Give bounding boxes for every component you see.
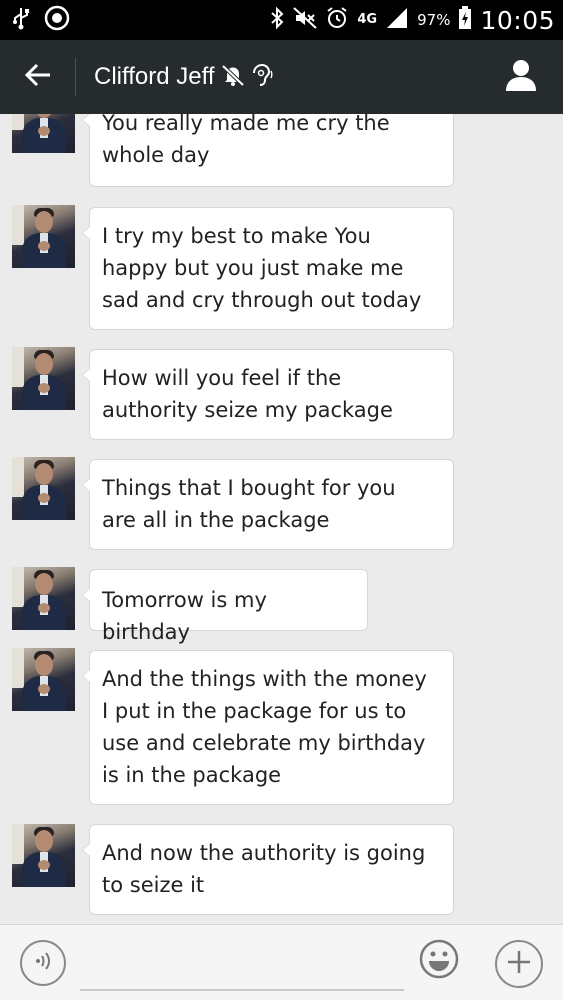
header-divider — [75, 58, 76, 96]
header-title-group[interactable]: Clifford Jeff — [94, 60, 273, 94]
usb-icon — [12, 6, 30, 34]
person-icon — [504, 58, 538, 96]
voice-button[interactable] — [20, 940, 66, 986]
status-bar: 4G 97% 10:05 — [0, 0, 563, 40]
chat-header: Clifford Jeff — [0, 40, 563, 114]
avatar[interactable] — [12, 114, 75, 153]
back-button[interactable] — [18, 59, 58, 95]
plus-icon — [506, 949, 532, 979]
avatar[interactable] — [12, 457, 75, 520]
message-text: I try my best to make You happy but you … — [102, 224, 422, 312]
message-text: And now the authority is going to seize … — [102, 841, 426, 897]
avatar[interactable] — [12, 567, 75, 630]
message-text: Things that I bought for you are all in … — [102, 476, 396, 532]
more-options-button[interactable] — [495, 940, 543, 988]
message-input[interactable] — [80, 943, 404, 991]
contact-name: Clifford Jeff — [94, 63, 215, 90]
message-bubble[interactable]: And now the authority is going to seize … — [82, 824, 454, 915]
speaker-icon — [251, 63, 273, 91]
avatar[interactable] — [12, 347, 75, 410]
bluetooth-icon — [269, 6, 285, 35]
avatar[interactable] — [12, 205, 75, 268]
message-list[interactable]: You really made me cry the whole day I t… — [0, 114, 563, 924]
message-bubble[interactable]: How will you feel if the authority seize… — [82, 349, 454, 440]
message-bubble[interactable]: You really made me cry the whole day — [82, 114, 454, 187]
message-text: How will you feel if the authority seize… — [102, 366, 393, 422]
input-bar — [0, 924, 563, 1000]
message-text: And the things with the money I put in t… — [102, 667, 427, 787]
battery-percent: 97% — [417, 11, 451, 29]
message-bubble[interactable]: Things that I bought for you are all in … — [82, 459, 454, 550]
avatar[interactable] — [12, 824, 75, 887]
mute-icon — [293, 6, 318, 34]
message-bubble[interactable]: I try my best to make You happy but you … — [82, 207, 454, 330]
message-text: Tomorrow is my birthday — [102, 588, 267, 644]
signal-icon — [385, 7, 409, 34]
network-label: 4G — [357, 12, 378, 27]
profile-button[interactable] — [501, 58, 541, 96]
battery-icon — [458, 5, 472, 35]
message-bubble[interactable]: And the things with the money I put in t… — [82, 650, 454, 805]
avatar[interactable] — [12, 648, 75, 711]
clock: 10:05 — [480, 5, 555, 35]
emoji-button[interactable] — [418, 939, 460, 983]
voice-icon — [31, 949, 55, 977]
ring-icon — [44, 5, 70, 35]
message-bubble[interactable]: Tomorrow is my birthday — [82, 569, 368, 644]
alarm-icon — [325, 6, 349, 35]
muted-bell-icon — [221, 63, 245, 91]
emoji-icon — [419, 939, 459, 983]
message-text: You really made me cry the whole day — [102, 114, 390, 167]
back-arrow-icon — [24, 63, 52, 91]
